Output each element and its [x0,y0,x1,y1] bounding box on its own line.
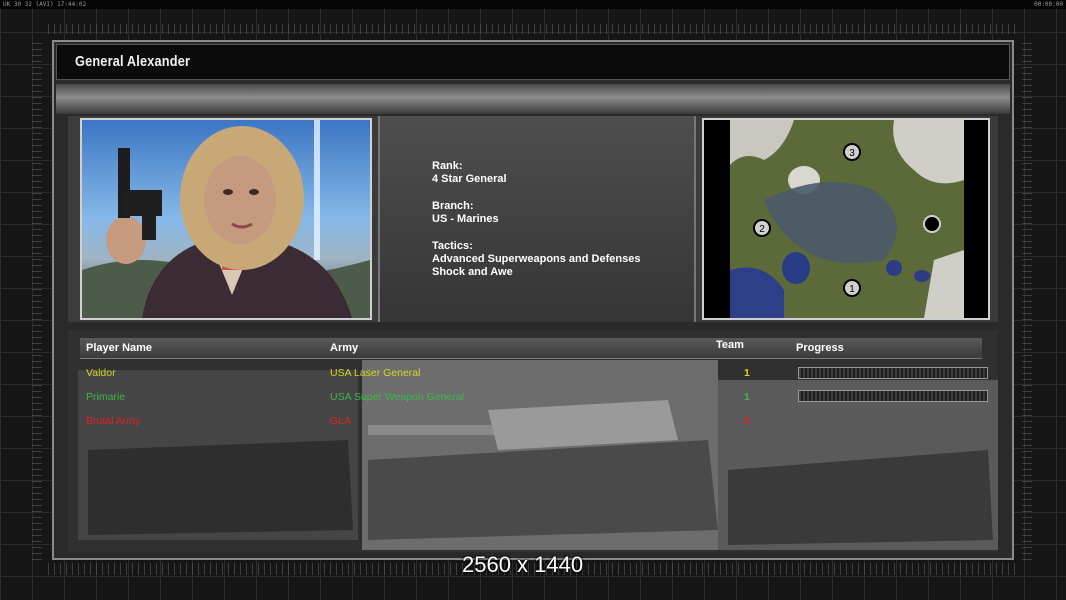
status-right: 00:00:00 [1034,1,1063,8]
rank-value: 4 Star General [432,173,507,185]
player-army: USA Super Weapon General [330,391,465,403]
general-portrait [80,118,372,320]
player-name: Primarie [86,391,126,403]
progress-bar [798,367,988,379]
tactics-item-2: Shock and Awe [432,266,513,278]
title-bar: General Alexander [56,44,1010,80]
minimap-marker-empty [923,215,941,233]
player-team: 1 [744,367,750,379]
general-info-panel: Rank: 4 Star General Branch: US - Marine… [378,116,696,322]
player-name: Brutal Army [86,415,141,427]
progress-bar [798,390,988,402]
status-left: UK 30 32 (AVI) 17:44:02 [3,1,87,8]
tactics-label: Tactics: [432,240,473,252]
branch-value: US - Marines [432,213,499,225]
header-player-name: Player Name [86,342,153,354]
header-progress: Progress [796,342,844,354]
player-army: USA Laser General [330,367,421,379]
general-name: General Alexander [75,53,191,70]
branch-label: Branch: [432,200,474,212]
tactics-item-1: Advanced Superweapons and Defenses [432,253,641,265]
branch-block: Branch: US - Marines [432,200,499,226]
player-name: Valdor [86,367,116,379]
ruler-right [1022,40,1032,560]
header-team: Team [716,339,744,351]
player-list-panel [68,330,998,552]
tactics-block: Tactics: Advanced Superweapons and Defen… [432,240,640,279]
status-bar: UK 30 32 (AVI) 17:44:02 00:00:00 [0,0,1066,9]
ruler-left [32,40,42,560]
rank-block: Rank: 4 Star General [432,160,507,186]
minimap-marker-3: 3 [849,148,855,159]
decorative-strip [56,84,1010,114]
resolution-label: 2560 x 1440 [462,552,584,577]
header-army: Army [330,342,359,354]
ruler-top [48,24,1018,34]
player-team: 1 [744,391,750,403]
minimap-marker-1: 1 [849,284,855,295]
minimap-marker-2: 2 [759,224,765,235]
player-army: GLA [330,415,352,427]
rank-label: Rank: [432,160,463,172]
player-table-header: Player Name Army Team Progress [80,338,982,359]
player-team: 2 [744,415,750,427]
minimap: 3 2 1 [702,118,990,320]
